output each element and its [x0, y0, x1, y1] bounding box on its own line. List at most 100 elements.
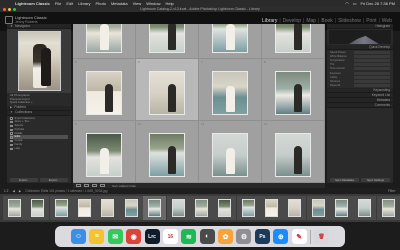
clock[interactable]: Fri Dec 28 7:38 PM: [361, 0, 395, 7]
photo-thumbnail[interactable]: [275, 71, 311, 115]
photo-thumbnail[interactable]: [86, 133, 122, 177]
filmstrip-source-path[interactable]: Collection: Edits 101 photos / 1 selecte…: [25, 189, 107, 193]
menu-app-name[interactable]: Lightroom Classic: [15, 0, 50, 7]
photo-thumbnail[interactable]: [86, 24, 122, 53]
sort-order[interactable]: Sort: Added Order: [112, 184, 136, 188]
wifi-icon[interactable]: ◠: [345, 0, 349, 7]
photo-thumbnail[interactable]: [275, 133, 311, 177]
zoom-window-button[interactable]: [13, 8, 16, 11]
filmstrip-cell[interactable]: [330, 196, 354, 220]
grid-cell[interactable]: 9: [73, 121, 136, 183]
grid-cell[interactable]: 4: [262, 24, 325, 59]
filmstrip-cell[interactable]: [26, 196, 50, 220]
filmstrip[interactable]: [0, 194, 400, 222]
filmstrip-cell[interactable]: [259, 196, 284, 220]
grid-cell[interactable]: 10: [136, 121, 199, 183]
quick-develop-control[interactable]: [354, 63, 390, 67]
filmstrip-cell[interactable]: [189, 196, 213, 220]
menu-file[interactable]: File: [55, 0, 61, 7]
quick-develop-control[interactable]: [354, 75, 390, 79]
filmstrip-cell[interactable]: [3, 196, 27, 220]
grid-cell[interactable]: 3: [199, 24, 262, 59]
battery-icon[interactable]: ▭: [353, 0, 357, 7]
filmstrip-cell[interactable]: [73, 196, 97, 220]
quick-develop-control[interactable]: [354, 58, 390, 62]
spotify-icon[interactable]: ≋: [181, 229, 197, 244]
filmstrip-cell[interactable]: [96, 196, 120, 220]
export-button[interactable]: Export...: [40, 178, 68, 182]
minimize-window-button[interactable]: [8, 8, 11, 11]
menu-metadata[interactable]: Metadata: [111, 0, 128, 7]
chrome-icon[interactable]: ◉: [126, 229, 142, 244]
quick-develop-control[interactable]: [354, 67, 390, 71]
photo-thumbnail[interactable]: [149, 24, 185, 53]
comments-header[interactable]: Comments: [327, 102, 393, 108]
filter-label[interactable]: Filter:: [388, 189, 396, 193]
grid-cell[interactable]: 5: [73, 59, 136, 121]
menu-edit[interactable]: Edit: [66, 0, 73, 7]
histogram-header[interactable]: Histogram: [327, 24, 393, 29]
photo-thumbnail[interactable]: [275, 24, 311, 53]
filmstrip-cell[interactable]: [119, 196, 143, 220]
filmstrip-cell[interactable]: [49, 196, 73, 220]
filmstrip-cell[interactable]: [376, 196, 400, 220]
photo-thumbnail[interactable]: [149, 71, 185, 115]
grid-cell[interactable]: 12: [262, 121, 325, 183]
photo-thumbnail[interactable]: [86, 71, 122, 115]
calendar-icon[interactable]: 16: [162, 229, 178, 244]
menu-library[interactable]: Library: [78, 0, 90, 7]
quick-develop-control[interactable]: [354, 84, 390, 88]
compare-view-icon[interactable]: [92, 184, 97, 187]
quick-develop-control[interactable]: [354, 79, 390, 83]
finder-icon[interactable]: ☺: [70, 229, 86, 244]
menu-view[interactable]: View: [133, 0, 142, 7]
filmstrip-cell[interactable]: [306, 196, 330, 220]
filmstrip-cell[interactable]: [283, 196, 307, 220]
grid-cell[interactable]: 11: [199, 121, 262, 183]
sync-settings-button[interactable]: Sync Settings: [361, 178, 390, 182]
import-button[interactable]: Import...: [10, 178, 38, 182]
grid-cell[interactable]: 1: [73, 24, 136, 59]
trash-icon[interactable]: 🗑: [314, 229, 330, 244]
photoshop-icon[interactable]: Ps: [254, 229, 270, 244]
system-settings-icon[interactable]: ⚙: [236, 229, 252, 244]
grid-cell[interactable]: 6: [136, 59, 199, 121]
grid-view-icon[interactable]: [76, 184, 81, 187]
messages-icon[interactable]: ✉: [107, 229, 123, 244]
back-arrow-icon[interactable]: ◀: [12, 189, 14, 193]
forward-arrow-icon[interactable]: ▶: [19, 189, 21, 193]
grid-cell[interactable]: 2: [136, 24, 199, 59]
filmstrip-cell[interactable]: [213, 196, 237, 220]
notes-icon[interactable]: ≡: [89, 229, 105, 244]
menu-photo[interactable]: Photo: [96, 0, 106, 7]
collection-row[interactable]: Lake: [10, 147, 68, 151]
sync-metadata-button[interactable]: Sync Metadata: [330, 178, 359, 182]
catalog-row-quick[interactable]: Quick Collection +: [10, 100, 68, 105]
filmstrip-cell[interactable]: [166, 196, 190, 220]
illustration-app-icon[interactable]: ✎: [291, 229, 307, 244]
davinci-icon[interactable]: ◐: [199, 229, 215, 244]
photo-thumbnail[interactable]: [212, 24, 248, 53]
photo-thumbnail[interactable]: [149, 133, 185, 177]
quick-develop-control[interactable]: [354, 50, 390, 54]
photo-thumbnail[interactable]: [212, 71, 248, 115]
photos-icon[interactable]: ✿: [218, 229, 234, 244]
loupe-view-icon[interactable]: [84, 184, 89, 187]
lightroom-icon[interactable]: Lrc: [144, 229, 160, 244]
filmstrip-cell[interactable]: [353, 196, 377, 220]
grid-cell[interactable]: 7: [199, 59, 262, 121]
photo-thumbnail[interactable]: [212, 133, 248, 177]
page-numbers[interactable]: 1 2: [4, 189, 8, 193]
grid-view[interactable]: 12345678910111213141516: [73, 24, 325, 183]
safari-icon[interactable]: ⊕: [273, 229, 289, 244]
menu-window[interactable]: Window: [146, 0, 160, 7]
close-window-button[interactable]: [3, 8, 6, 11]
filmstrip-cell[interactable]: [236, 196, 260, 220]
quick-develop-control[interactable]: [354, 71, 390, 75]
quick-develop-control[interactable]: [354, 54, 390, 58]
filmstrip-cell[interactable]: [143, 196, 167, 220]
navigator-preview[interactable]: [7, 29, 71, 93]
grid-cell[interactable]: 8: [262, 59, 325, 121]
survey-view-icon[interactable]: [100, 184, 105, 187]
menu-help[interactable]: Help: [165, 0, 173, 7]
